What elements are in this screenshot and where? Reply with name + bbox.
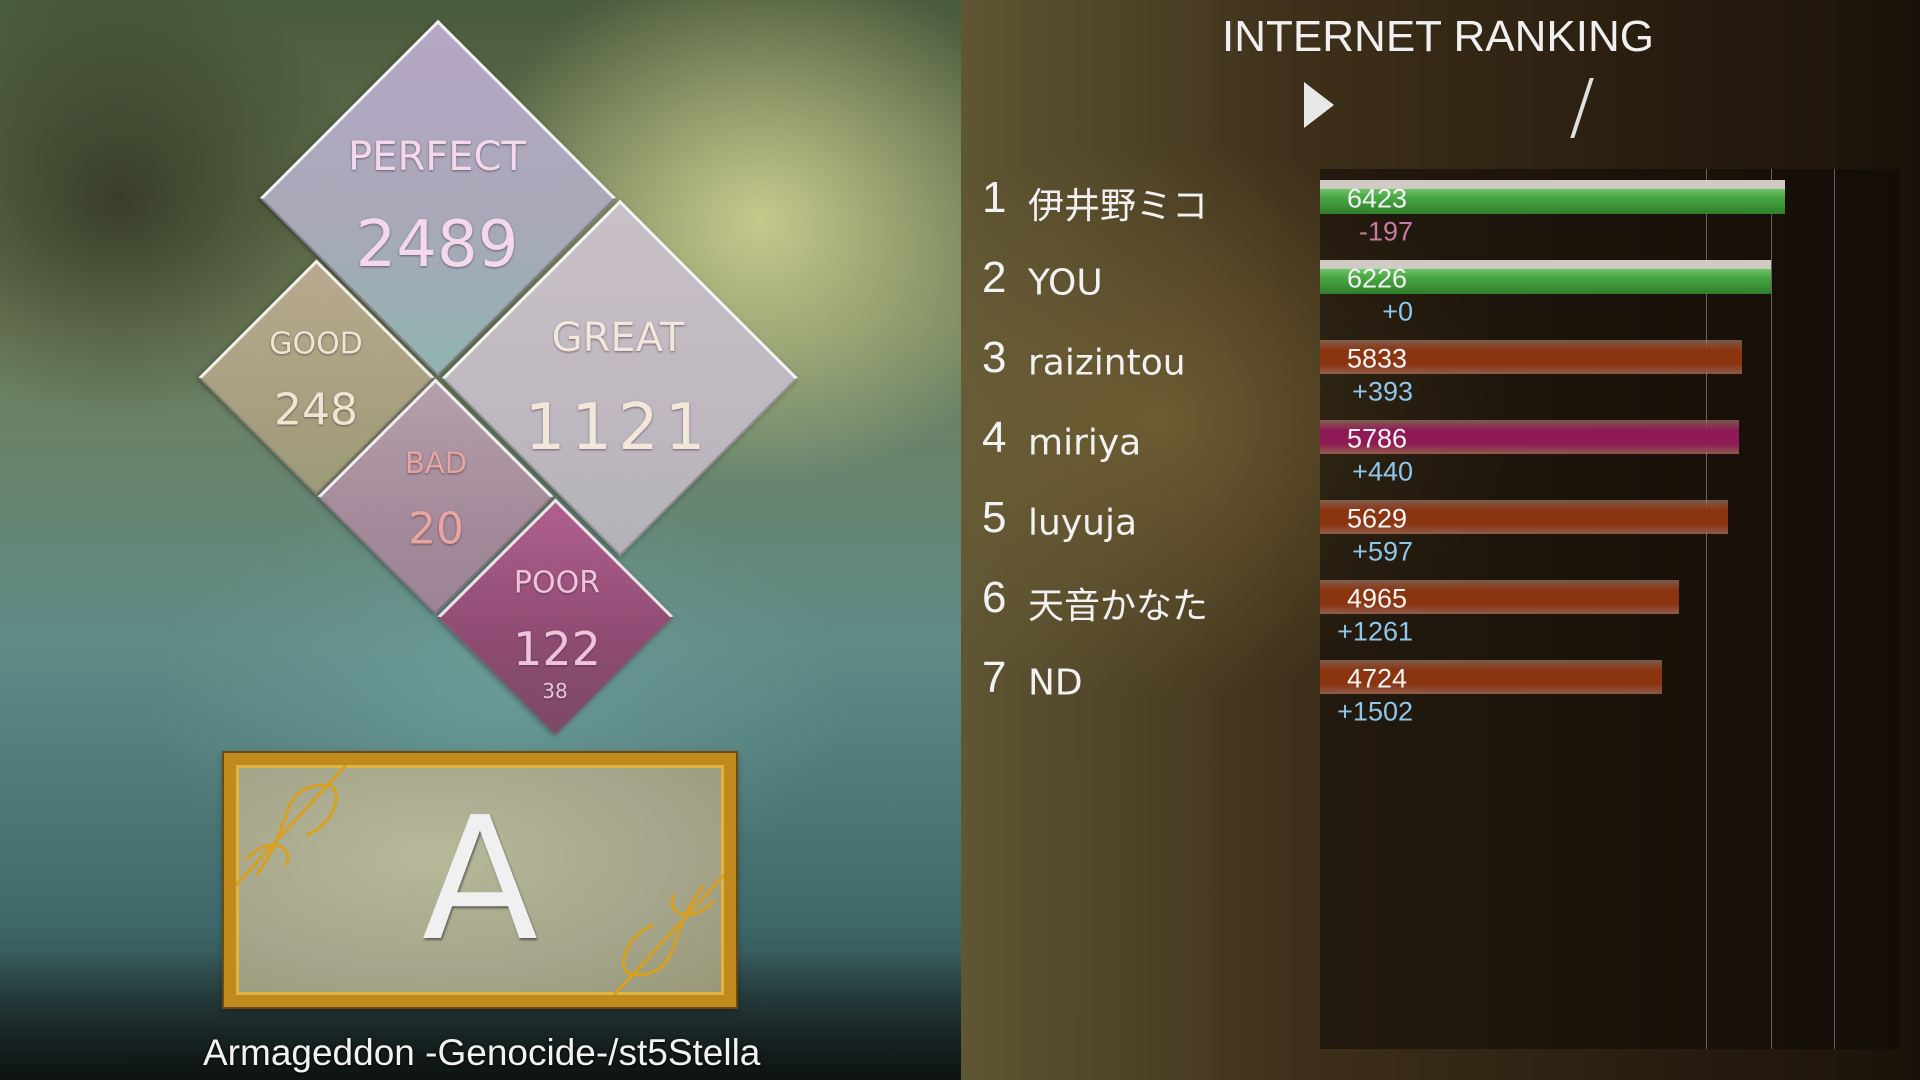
good-label: GOOD [269,326,363,362]
rank-number: 1 [982,173,1007,222]
bad-count: 20 [408,503,464,555]
rank-number: 5 [982,493,1007,542]
player-name: YOU [1028,262,1103,304]
score-diff: +393 [1352,376,1413,407]
poor-count: 122 [513,622,601,676]
player-name: raizintou [1028,342,1186,384]
rank-number: 2 [982,253,1007,302]
rank-number: 4 [982,413,1007,462]
score-diff: +0 [1382,296,1413,327]
player-name: miriya [1028,422,1142,464]
score-diff: +440 [1352,456,1413,487]
score-value: 5786 [1347,423,1408,454]
rank-number: 3 [982,333,1007,382]
rank-number: 7 [982,653,1007,702]
play-triangle-icon[interactable] [1304,82,1334,128]
player-name: ND [1028,662,1083,704]
perfect-label: PERFECT [348,134,526,180]
score-value: 4965 [1347,583,1408,614]
score-diff: -197 [1358,216,1413,247]
great-count: 1121 [524,391,712,465]
score-value: 4724 [1347,663,1408,694]
player-name: 伊井野ミコ [1028,186,1209,227]
score-value: 5629 [1347,503,1408,534]
song-title: Armageddon -Genocide-/st5Stella [203,1032,761,1073]
score-diff: +597 [1352,536,1413,567]
grade-letter: A [421,781,539,979]
poor-label: POOR [513,565,601,601]
great-label: GREAT [551,315,685,361]
score-value: 6423 [1347,183,1408,214]
score-diff: +1502 [1337,696,1413,727]
gridline [1834,169,1835,1049]
bad-label: BAD [404,446,468,480]
gridline [1771,169,1772,1049]
score-diff: +1261 [1337,616,1413,647]
player-name: luyuja [1028,502,1138,544]
ranking-title: INTERNET RANKING [1222,12,1654,61]
good-count: 248 [274,384,358,436]
score-value: 5833 [1347,343,1408,374]
poor-sub-count: 38 [542,679,568,703]
perfect-count: 2489 [355,208,519,282]
score-value: 6226 [1347,263,1408,294]
player-name: 天音かなた [1028,586,1209,627]
rank-number: 6 [982,573,1007,622]
gridline [1706,169,1707,1049]
